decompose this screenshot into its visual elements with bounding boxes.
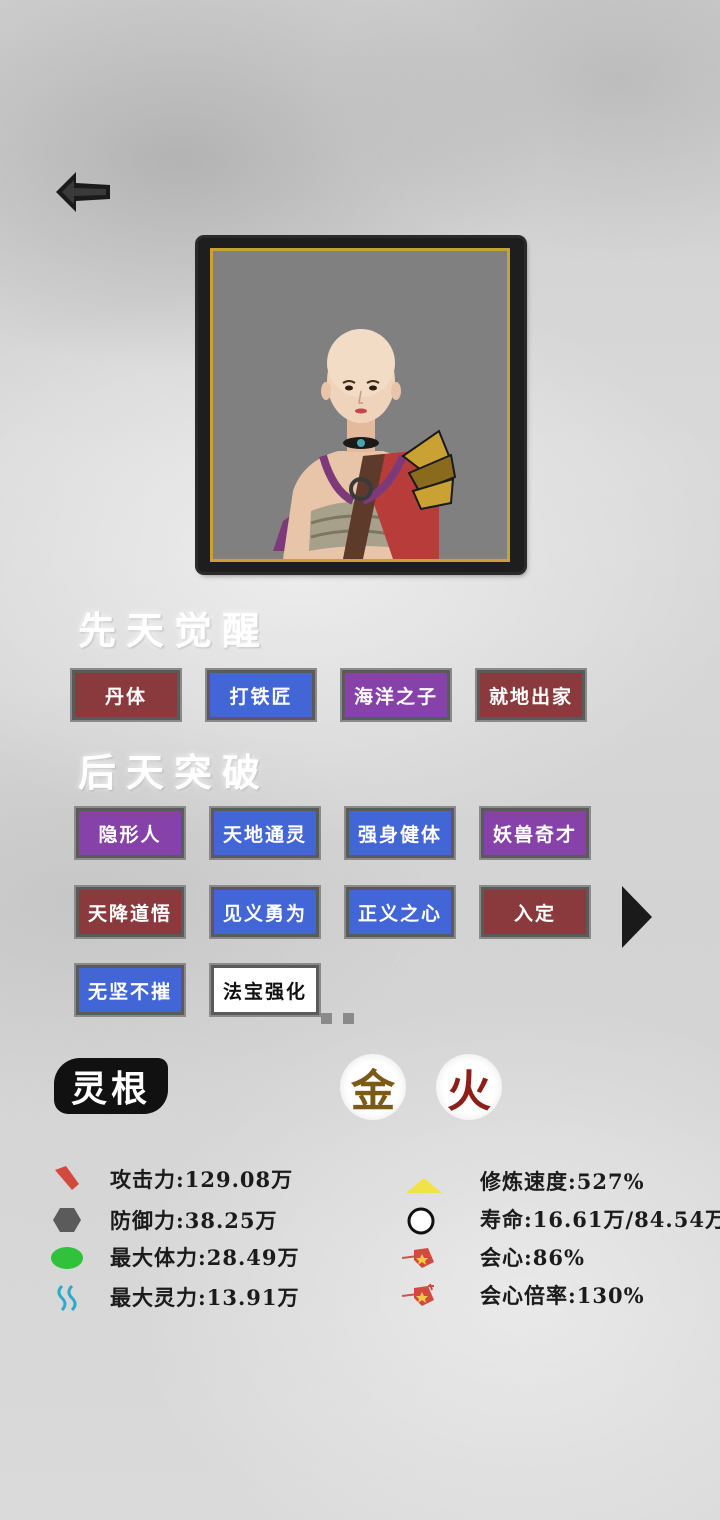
- critical-multiplier-icon: [401, 1282, 438, 1310]
- critical-icon: [401, 1244, 438, 1272]
- trait-button[interactable]: 正义之心: [344, 885, 456, 939]
- attack-icon: [52, 1164, 82, 1192]
- lifespan-icon: [406, 1206, 436, 1235]
- stat-lifespan: 寿命:16.61万/84.54万: [480, 1207, 720, 1232]
- trait-button[interactable]: 法宝强化: [209, 963, 321, 1017]
- stat-max-health: 最大体力:28.49万: [110, 1245, 300, 1270]
- trait-button[interactable]: 入定: [479, 885, 591, 939]
- trait-button[interactable]: 丹体: [70, 668, 182, 722]
- trait-button[interactable]: 天地通灵: [209, 806, 321, 860]
- trait-button[interactable]: 海洋之子: [340, 668, 452, 722]
- health-icon: [50, 1244, 83, 1272]
- page-indicator-dot: [343, 1013, 354, 1024]
- cultivation-speed-icon: [404, 1176, 444, 1204]
- back-arrow-icon[interactable]: [52, 168, 114, 216]
- trait-button[interactable]: 妖兽奇才: [479, 806, 591, 860]
- trait-button[interactable]: 见义勇为: [209, 885, 321, 939]
- acquired-breakthrough-heading: 后天突破: [78, 750, 271, 795]
- stat-defense: 防御力:38.25万: [110, 1208, 278, 1233]
- spirit-root-element: 金: [340, 1054, 406, 1120]
- trait-button[interactable]: 无坚不摧: [74, 963, 186, 1017]
- trait-button[interactable]: 强身健体: [344, 806, 456, 860]
- stat-cultivation-speed: 修炼速度:527%: [480, 1169, 645, 1194]
- stat-max-spirit: 最大灵力:13.91万: [110, 1285, 300, 1310]
- spirit-icon: [54, 1284, 84, 1312]
- defense-icon: [52, 1206, 82, 1234]
- spirit-root-label: 灵根: [54, 1058, 168, 1114]
- character-portrait: [210, 248, 510, 562]
- character-portrait-frame: [198, 238, 524, 572]
- stat-critical-multiplier: 会心倍率:130%: [480, 1283, 645, 1308]
- trait-button[interactable]: 隐形人: [74, 806, 186, 860]
- spirit-root-element: 火: [436, 1054, 502, 1120]
- page-indicator-dot: [321, 1013, 332, 1024]
- next-page-arrow-icon[interactable]: [618, 884, 654, 950]
- stat-attack: 攻击力:129.08万: [110, 1167, 294, 1192]
- trait-button[interactable]: 就地出家: [475, 668, 587, 722]
- innate-awakening-heading: 先天觉醒: [78, 608, 271, 653]
- trait-button[interactable]: 天降道悟: [74, 885, 186, 939]
- stat-critical: 会心:86%: [480, 1245, 585, 1270]
- trait-button[interactable]: 打铁匠: [205, 668, 317, 722]
